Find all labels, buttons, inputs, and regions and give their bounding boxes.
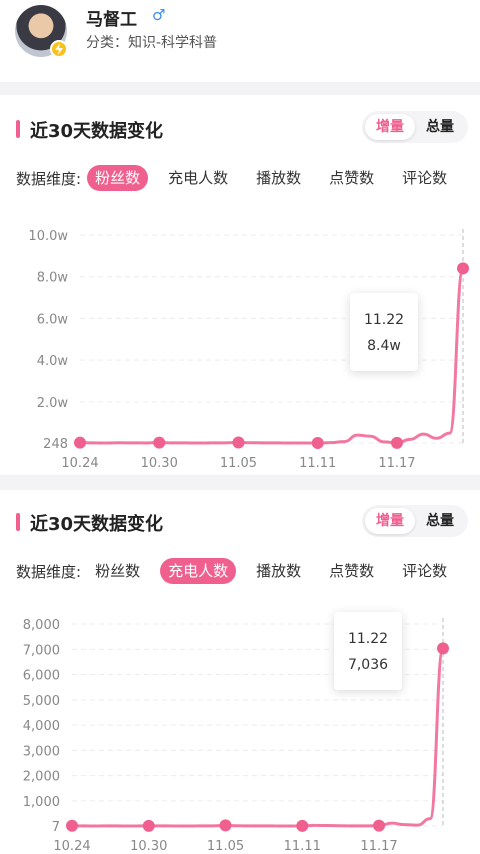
toggle-increment[interactable]: 增量: [365, 114, 415, 140]
x-tick-label: 11.11: [299, 456, 336, 471]
data-point: [437, 642, 449, 655]
data-point: [390, 436, 403, 449]
x-tick-label: 11.17: [378, 456, 415, 471]
card-title: 近30天数据变化: [16, 117, 163, 143]
y-tick-label: 6,000: [23, 669, 60, 684]
x-tick-label: 10.24: [53, 839, 90, 854]
y-tick-label: 5,000: [23, 694, 60, 709]
x-tick-label: 11.17: [360, 839, 397, 854]
dimension-label: 数据维度:: [16, 562, 82, 581]
dimension-selector: 数据维度: 粉丝数 充电人数 播放数 点赞数 评论数: [16, 165, 470, 191]
dim-likes[interactable]: 点赞数: [321, 558, 382, 584]
data-point: [219, 819, 232, 832]
tooltip-date: 11.22: [363, 312, 405, 328]
increment-total-toggle[interactable]: 增量 总量: [362, 505, 468, 537]
card-title: 近30天数据变化: [16, 510, 163, 536]
chart-tooltip: 11.22 7,036: [334, 612, 402, 690]
y-tick-label: 7,000: [23, 643, 60, 658]
y-tick-label: 248: [43, 437, 68, 452]
dim-comments[interactable]: 评论数: [394, 558, 455, 584]
tooltip-date: 11.22: [347, 631, 389, 647]
toggle-total[interactable]: 总量: [415, 508, 465, 534]
y-tick-label: 3,000: [23, 744, 60, 759]
y-tick-label: 2.0w: [37, 396, 69, 411]
x-tick-label: 10.24: [61, 456, 98, 471]
stats-card-chargers: 近30天数据变化 增量 总量 数据维度: 粉丝数 充电人数 播放数 点赞数 评论…: [0, 490, 480, 854]
dimension-label: 数据维度:: [16, 169, 82, 188]
chargers-line-chart[interactable]: 7 1,000 2,000 3,000 4,000 5,000 6,000 7,000 8,00…: [0, 604, 480, 854]
y-tick-label: 1,000: [23, 795, 60, 810]
data-point: [153, 436, 166, 449]
dim-chargers[interactable]: 充电人数: [160, 558, 237, 584]
tooltip-value: 7,036: [347, 657, 389, 673]
profile-category: 分类：知识-科学科普: [86, 35, 218, 51]
data-point: [373, 819, 386, 832]
y-tick-label: 6.0w: [37, 312, 69, 327]
data-point: [142, 819, 155, 832]
dim-plays[interactable]: 播放数: [248, 165, 309, 191]
y-tick-label: 8,000: [23, 618, 60, 633]
data-point: [296, 819, 309, 832]
male-icon: ♂: [152, 6, 166, 24]
stats-card-fans: 近30天数据变化 增量 总量 数据维度: 粉丝数 充电人数 播放数 点赞数 评论…: [0, 95, 480, 475]
dim-likes[interactable]: 点赞数: [321, 165, 382, 191]
data-point: [74, 436, 86, 449]
x-tick-label: 11.05: [207, 839, 244, 854]
y-tick-label: 7: [52, 820, 60, 835]
dim-plays[interactable]: 播放数: [248, 558, 309, 584]
lightning-badge-icon: [50, 40, 68, 58]
increment-total-toggle[interactable]: 增量 总量: [362, 111, 468, 143]
profile-header: 马督工 ♂ 分类：知识-科学科普: [0, 0, 480, 82]
data-point: [66, 819, 78, 832]
profile-name: 马督工: [86, 10, 137, 30]
tooltip-value: 8.4w: [367, 338, 401, 354]
x-tick-label: 11.05: [220, 456, 257, 471]
data-point: [457, 262, 469, 275]
y-tick-label: 10.0w: [28, 229, 68, 244]
dim-fans[interactable]: 粉丝数: [87, 165, 149, 191]
y-tick-label: 4,000: [23, 719, 60, 734]
dim-comments[interactable]: 评论数: [394, 165, 455, 191]
y-tick-label: 2,000: [23, 770, 60, 785]
dimension-selector: 数据维度: 粉丝数 充电人数 播放数 点赞数 评论数: [16, 558, 470, 584]
x-tick-label: 10.30: [141, 456, 178, 471]
x-tick-label: 11.11: [284, 839, 321, 854]
data-point: [232, 436, 245, 449]
y-tick-label: 4.0w: [37, 354, 69, 369]
dim-chargers[interactable]: 充电人数: [160, 165, 236, 191]
y-tick-label: 8.0w: [37, 271, 69, 286]
data-point: [311, 436, 324, 449]
toggle-total[interactable]: 总量: [415, 114, 465, 140]
x-tick-label: 10.30: [130, 839, 167, 854]
dim-fans[interactable]: 粉丝数: [87, 558, 148, 584]
toggle-increment[interactable]: 增量: [365, 508, 415, 534]
chart-tooltip: 11.22 8.4w: [350, 293, 418, 371]
